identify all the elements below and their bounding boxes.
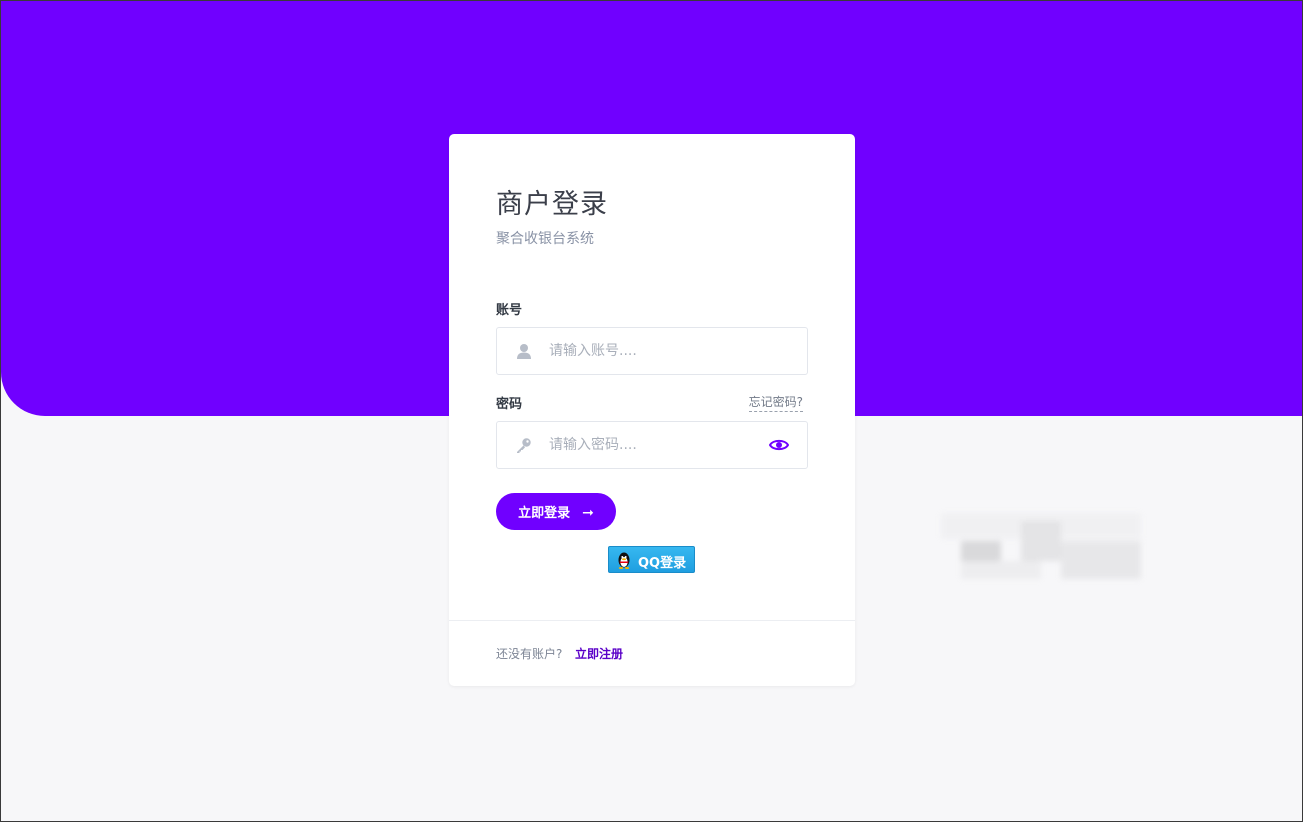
account-input[interactable] [549,328,749,374]
qq-login-button[interactable]: QQ登录 [608,546,695,573]
blurred-region [941,513,1141,581]
eye-icon[interactable] [769,437,789,453]
password-field[interactable] [496,421,808,469]
arrow-right-icon: ➞ [582,505,594,521]
password-input[interactable] [549,422,749,468]
login-button-label: 立即登录 [518,506,571,521]
password-label: 密码 [496,397,523,412]
user-icon [517,344,531,359]
login-button[interactable]: 立即登录 ➞ [496,493,616,530]
page-title: 商户登录 [496,189,608,220]
card-divider [449,620,855,621]
key-icon [517,438,531,453]
account-label: 账号 [496,303,523,318]
account-field[interactable] [496,327,808,375]
qq-penguin-icon [618,552,630,569]
qq-login-label: QQ登录 [638,556,687,571]
login-card: 商户登录 聚合收银台系统 账号 密码 忘记密码? 立即登录 ➞ [449,134,855,686]
page-subtitle: 聚合收银台系统 [496,231,594,247]
page-frame: 商户登录 聚合收银台系统 账号 密码 忘记密码? 立即登录 ➞ [0,0,1303,822]
forgot-password-link[interactable]: 忘记密码? [748,393,803,412]
register-prompt: 还没有账户? [496,647,563,661]
register-link[interactable]: 立即注册 [575,645,623,662]
